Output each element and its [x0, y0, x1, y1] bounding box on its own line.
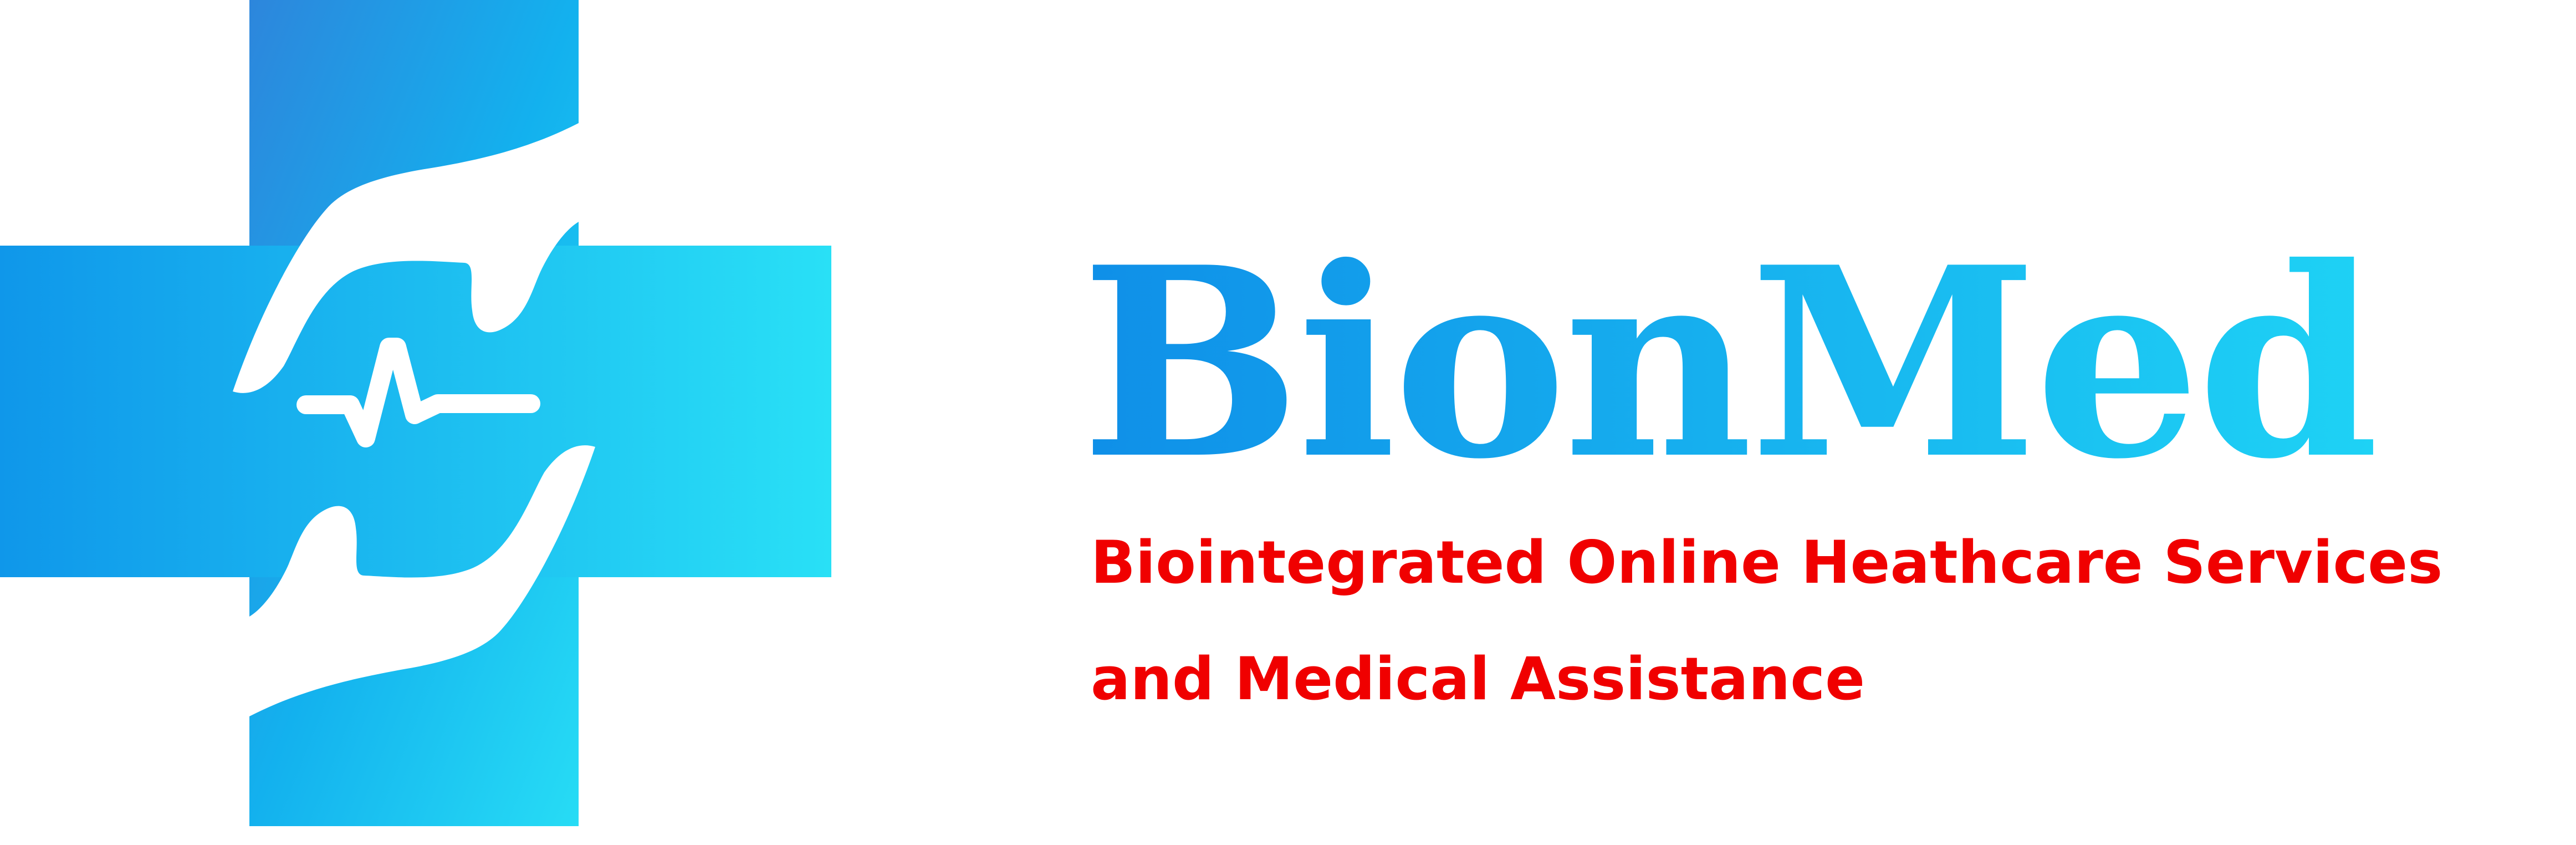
tagline-line-2: and Medical Assistance	[1091, 645, 1865, 713]
tagline-line-1: Biointegrated Online Heathcare Services	[1091, 528, 2443, 597]
brand-name: BionMed	[1081, 210, 2379, 516]
medical-cross-caring-hands-heartbeat-icon	[0, 0, 831, 826]
